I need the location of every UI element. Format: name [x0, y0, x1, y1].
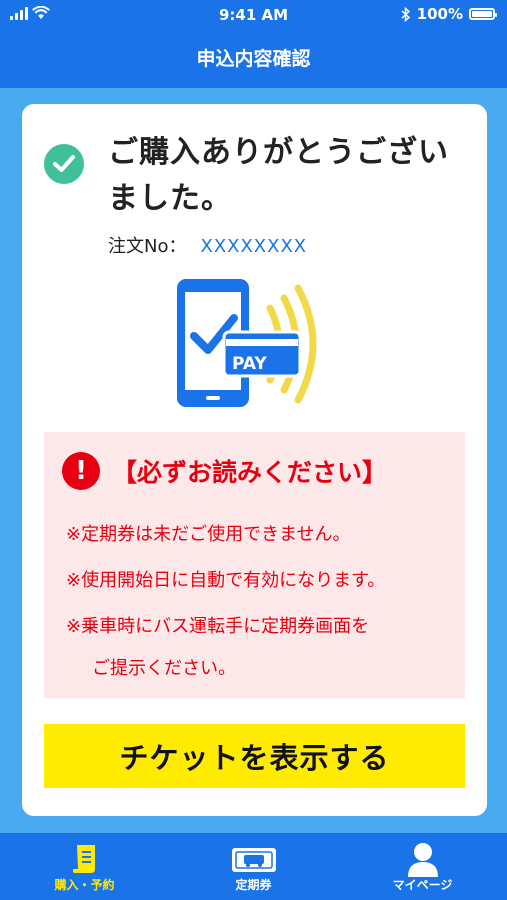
- tab-purchase[interactable]: 購入・予約: [0, 833, 169, 900]
- battery-percent: 100%: [416, 5, 463, 23]
- notice-box: ! 【必ずお読みください】 ※定期券は未だご使用できません。 ※使用開始日に自動…: [44, 432, 465, 698]
- thank-you-message: ご購入ありがとうございました。: [108, 135, 449, 216]
- tab-label: 購入・予約: [54, 878, 115, 892]
- notice-title-row: ! 【必ずお読みください】: [62, 452, 387, 490]
- order-info: 注文No： XXXXXXXX: [108, 232, 307, 258]
- tab-bar: 購入・予約 定期券 マイページ: [0, 833, 507, 900]
- status-bar: 9:41 AM 100%: [0, 0, 507, 30]
- tab-commuter-pass[interactable]: 定期券: [169, 833, 338, 900]
- ticket-icon: [231, 848, 276, 872]
- notice-line: ※乗車時にバス運転手に定期券画面を: [66, 616, 370, 637]
- mobile-pay-icon: PAY: [177, 279, 317, 407]
- bluetooth-icon: [401, 6, 410, 22]
- notice-line: ご提示ください。: [92, 658, 236, 679]
- check-circle-icon: [44, 144, 84, 184]
- tab-label: 定期券: [235, 878, 272, 892]
- battery-icon: [469, 8, 497, 20]
- tab-mypage[interactable]: マイページ: [338, 833, 507, 900]
- exclamation-icon: !: [62, 452, 100, 490]
- page-title: 申込内容確認: [0, 30, 507, 88]
- pay-label: PAY: [232, 354, 267, 374]
- confirmation-card: ご購入ありがとうございました。 注文No： XXXXXXXX PAY ! 【必ずお…: [22, 104, 487, 816]
- main-content: ご購入ありがとうございました。 注文No： XXXXXXXX PAY ! 【必ずお…: [0, 88, 507, 833]
- show-ticket-button[interactable]: チケットを表示する: [44, 724, 465, 788]
- notice-line: ※使用開始日に自動で有効になります。: [66, 570, 386, 591]
- user-icon: [407, 843, 438, 877]
- receipt-icon: [72, 845, 95, 873]
- tab-label: マイページ: [392, 878, 453, 892]
- notice-line: ※定期券は未だご使用できません。: [66, 524, 351, 545]
- status-right: 100%: [401, 5, 497, 23]
- order-number: XXXXXXXX: [200, 236, 308, 257]
- battery-fill: [472, 11, 492, 17]
- order-label: 注文No：: [108, 236, 187, 257]
- notice-title: 【必ずお読みください】: [112, 458, 388, 487]
